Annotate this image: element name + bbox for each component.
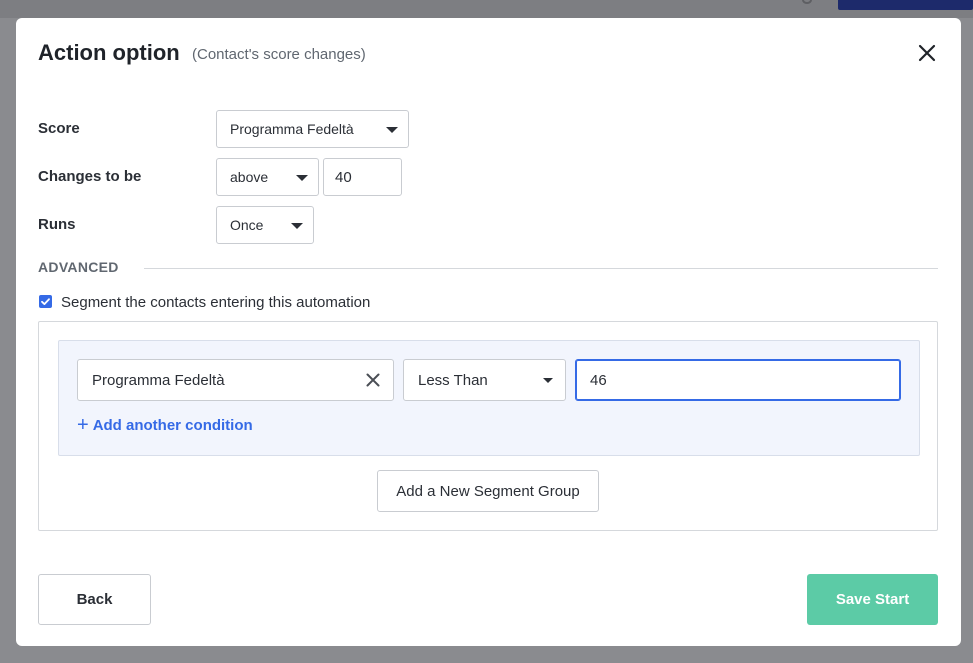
segment-checkbox[interactable] [39, 295, 52, 308]
segment-checkbox-label[interactable]: Segment the contacts entering this autom… [61, 294, 370, 311]
action-option-modal: Action option (Contact's score changes) … [16, 18, 961, 646]
background-button [838, 0, 973, 10]
section-divider [144, 268, 938, 269]
runs-select[interactable]: Once [216, 206, 314, 244]
background-footer [0, 646, 973, 663]
add-segment-group-button[interactable]: Add a New Segment Group [377, 470, 599, 512]
clear-condition-button[interactable] [364, 371, 382, 389]
check-icon [41, 298, 50, 305]
segment-group: Programma Fedeltà Less Than + Add anothe… [58, 340, 920, 456]
score-select[interactable]: Programma Fedeltà [216, 110, 409, 148]
back-button[interactable]: Back [38, 574, 151, 625]
caret-down-icon [296, 175, 308, 181]
close-icon [918, 44, 936, 62]
modal-title: Action option [38, 40, 180, 65]
changes-direction-select[interactable]: above [216, 158, 319, 196]
clear-icon [366, 373, 380, 387]
caret-down-icon [291, 223, 303, 229]
score-label: Score [38, 120, 80, 137]
add-condition-label: Add another condition [92, 416, 253, 434]
add-condition-link[interactable]: + Add another condition [77, 415, 253, 435]
condition-operator-select[interactable]: Less Than [403, 359, 566, 401]
runs-label: Runs [38, 216, 76, 233]
save-start-button[interactable]: Save Start [807, 574, 938, 625]
modal-subtitle: (Contact's score changes) [192, 46, 366, 63]
caret-down-icon [386, 127, 398, 133]
condition-operator-value: Less Than [418, 371, 488, 389]
condition-field-value: Programma Fedeltà [92, 371, 225, 389]
background-header [0, 0, 973, 18]
condition-field-select[interactable]: Programma Fedeltà [77, 359, 394, 401]
caret-down-icon [543, 378, 553, 383]
background-icon [802, 0, 812, 4]
advanced-section-label: ADVANCED [38, 259, 119, 275]
runs-select-value: Once [230, 217, 264, 233]
plus-icon: + [77, 414, 89, 436]
score-select-value: Programma Fedeltà [230, 121, 354, 137]
changes-direction-value: above [230, 169, 269, 185]
segment-container: Programma Fedeltà Less Than + Add anothe… [38, 321, 938, 531]
condition-value-input[interactable] [575, 359, 901, 401]
changes-label: Changes to be [38, 168, 142, 185]
changes-amount-input[interactable] [323, 158, 402, 196]
close-button[interactable] [914, 40, 940, 66]
